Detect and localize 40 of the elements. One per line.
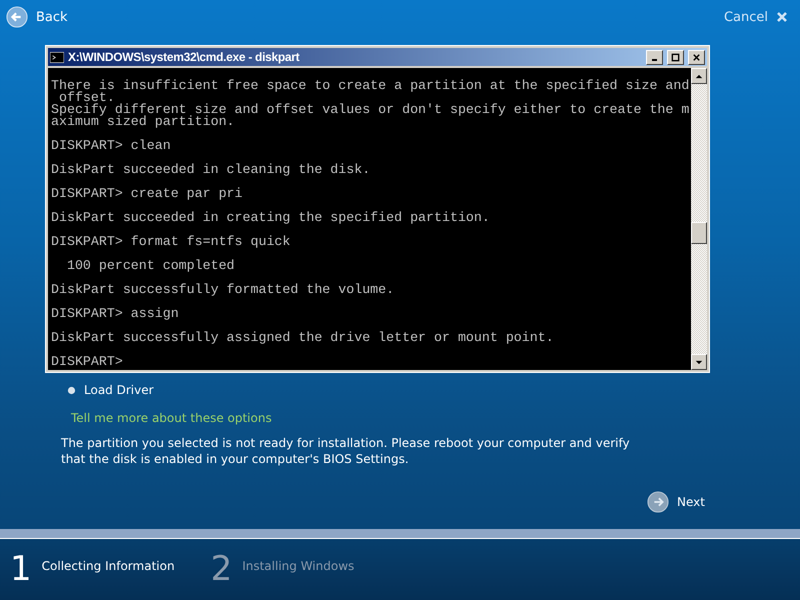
scroll-thumb[interactable] (691, 222, 707, 244)
minimize-button[interactable] (646, 50, 663, 64)
scrollbar[interactable] (691, 68, 707, 370)
up-arrow-icon (695, 74, 703, 78)
console-icon (50, 52, 64, 62)
console-line: offset. (58, 92, 116, 104)
console-line: DISKPART> format fs=ntfs quick (51, 236, 292, 248)
console-line: There is insufficient free space to create a partition at the specified size and (51, 80, 690, 92)
console-line: DiskPart succeeded in creating the specified partition. (51, 212, 491, 224)
step-number: 2 (210, 551, 232, 587)
console-line: DiskPart succeeded in cleaning the disk. (51, 164, 372, 176)
console-line: aximum sized partition. (51, 116, 236, 128)
step-number: 1 (10, 551, 32, 587)
next-button[interactable]: Next (647, 491, 705, 513)
bullet-icon (67, 386, 76, 394)
step-label: Collecting Information (42, 558, 175, 573)
console-line: DISKPART> assign (51, 308, 180, 320)
maximize-button[interactable] (667, 50, 684, 64)
console-line: DISKPART> (51, 356, 124, 368)
load-driver-option[interactable]: Load Driver (67, 383, 154, 397)
window-title: X:\WINDOWS\system32\cmd.exe - diskpart (68, 50, 300, 64)
console-line: DiskPart successfully formatted the volume. (51, 284, 396, 296)
close-icon (692, 52, 701, 62)
scroll-up-button[interactable] (691, 68, 707, 84)
error-message: The partition you selected is not ready for installation. Please reboot your computer and verify that the disk is enabled in your computer's BIOS Settings. (61, 435, 631, 467)
console-line: DISKPART> create par pri (51, 188, 244, 200)
console-line: 100 percent completed (66, 260, 236, 272)
down-arrow-icon (695, 360, 703, 364)
maximize-icon (671, 52, 680, 62)
help-link[interactable]: Tell me more about these options (71, 411, 272, 425)
back-button[interactable]: Back (6, 6, 68, 28)
close-icon (776, 11, 788, 23)
step-label: Installing Windows (242, 558, 354, 573)
console-line: DISKPART> clean (51, 140, 172, 152)
cancel-button[interactable]: Cancel (724, 10, 788, 24)
console-line: Specify different size and offset values or don't specify either to create the m (51, 104, 690, 116)
close-button[interactable] (688, 50, 705, 64)
minimize-icon (652, 59, 657, 61)
scroll-down-button[interactable] (691, 354, 707, 370)
console-line: DiskPart successfully assigned the drive letter or mount point. (51, 332, 555, 344)
